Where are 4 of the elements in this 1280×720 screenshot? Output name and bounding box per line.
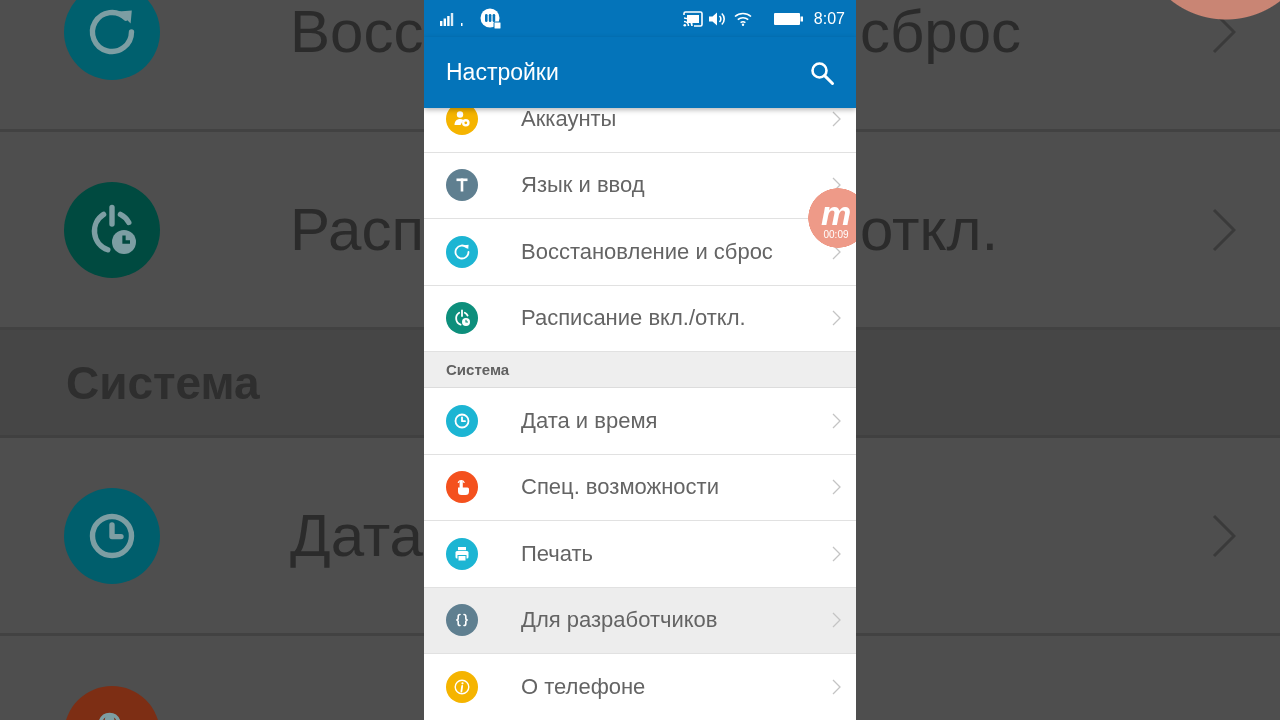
toolbar-title: Настройки [446,59,560,86]
recording-time: 00:09 [823,229,849,240]
status-time: 8:07 [813,8,845,29]
section-header: Система [424,352,856,388]
